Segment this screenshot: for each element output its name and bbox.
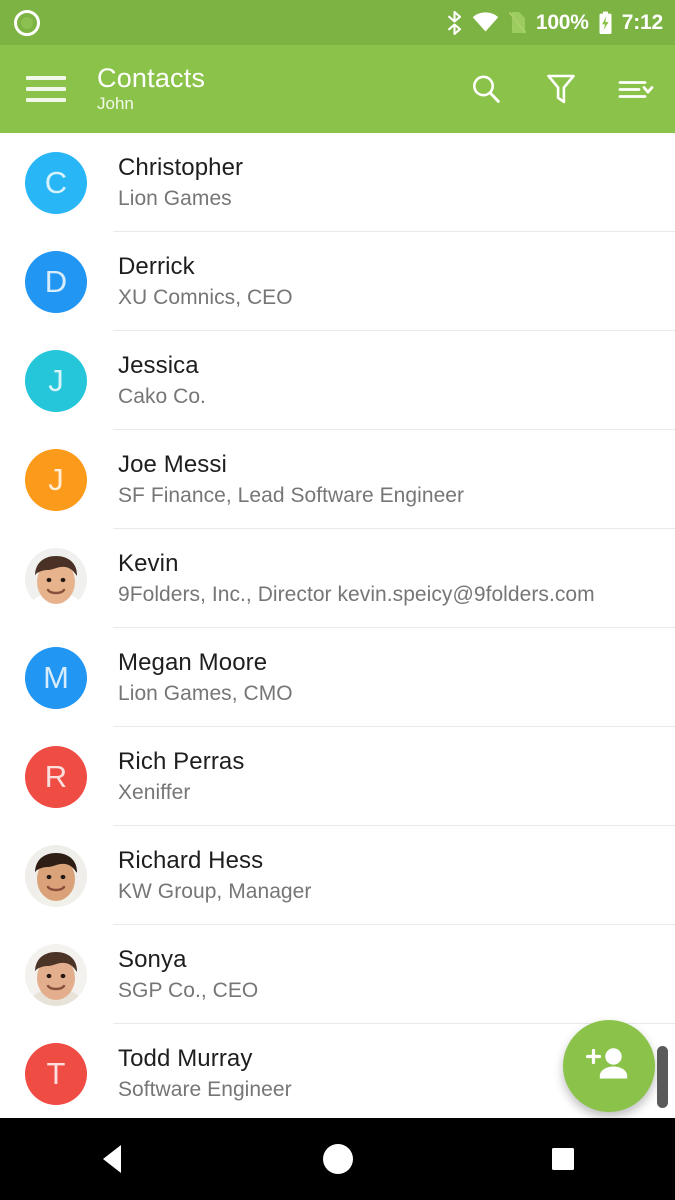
- back-triangle-icon[interactable]: [68, 1129, 158, 1189]
- contact-avatar-letter: R: [44, 758, 68, 794]
- battery-percent-label: 100%: [535, 10, 589, 34]
- page-subtitle: John: [97, 94, 134, 113]
- contact-name: Derrick: [118, 252, 195, 280]
- contact-text-block: Jessica Cako Co.: [118, 351, 206, 411]
- contact-avatar-letter: C: [44, 164, 68, 200]
- status-bar-right: 100% 7:12: [446, 10, 663, 35]
- battery-charging-icon: [598, 11, 613, 35]
- contact-list-item[interactable]: J Joe Messi SF Finance, Lead Software Engi…: [0, 430, 675, 529]
- contact-list-item[interactable]: Sonya SGP Co., CEO: [0, 925, 675, 1024]
- contacts-list[interactable]: C Christopher Lion Games D Derrick XU Comnics…: [0, 133, 675, 1118]
- contact-organization: Lion Games: [118, 186, 232, 210]
- contact-text-block: Kevin 9Folders, Inc., Director kevin.spei…: [118, 549, 595, 609]
- contact-avatar-letter: J: [48, 362, 64, 398]
- contact-name: Richard Hess: [118, 846, 264, 874]
- contact-avatar-initial: J: [25, 448, 87, 511]
- no-sim-icon: [508, 11, 527, 34]
- wifi-icon: [472, 12, 499, 33]
- hamburger-menu-icon[interactable]: [26, 74, 66, 104]
- sort-icon[interactable]: [617, 70, 655, 108]
- contact-text-block: Sonya SGP Co., CEO: [118, 945, 258, 1005]
- app-bar-titles: Contacts John: [97, 63, 205, 115]
- contact-avatar-letter: M: [43, 659, 69, 695]
- contact-organization: SF Finance, Lead Software Engineer: [118, 483, 465, 507]
- contact-avatar-initial: T: [25, 1042, 87, 1105]
- contact-avatar-photo: [25, 943, 87, 1006]
- contact-organization: Lion Games, CMO: [118, 681, 293, 705]
- contact-avatar-initial: M: [25, 646, 87, 709]
- filter-icon[interactable]: [542, 70, 580, 108]
- contact-name: Megan Moore: [118, 648, 268, 676]
- contact-avatar-letter: J: [48, 461, 64, 497]
- contact-text-block: Christopher Lion Games: [118, 153, 243, 213]
- contact-avatar-initial: R: [25, 745, 87, 808]
- contact-text-block: Richard Hess KW Group, Manager: [118, 846, 311, 906]
- contact-list-item[interactable]: D Derrick XU Comnics, CEO: [0, 232, 675, 331]
- contacts-app-screen: 100% 7:12 Contacts John C Christopher Li…: [0, 0, 675, 1200]
- contact-avatar-initial: C: [25, 151, 87, 214]
- contact-avatar-letter: D: [44, 263, 68, 299]
- contact-organization: XU Comnics, CEO: [118, 285, 293, 309]
- contact-list-item[interactable]: M Megan Moore Lion Games, CMO: [0, 628, 675, 727]
- status-bar-left: [14, 9, 40, 36]
- contact-list-item[interactable]: J Jessica Cako Co.: [0, 331, 675, 430]
- bluetooth-icon: [446, 10, 463, 35]
- contact-text-block: Megan Moore Lion Games, CMO: [118, 648, 293, 708]
- contact-name: Todd Murray: [118, 1044, 253, 1072]
- contact-avatar-initial: J: [25, 349, 87, 412]
- circle-notification-icon: [14, 9, 40, 36]
- android-navigation-bar: [0, 1118, 675, 1200]
- contact-avatar-photo: [25, 844, 87, 907]
- contact-organization: 9Folders, Inc., Director kevin.speicy@9f…: [118, 582, 595, 606]
- add-person-icon: [585, 1044, 632, 1089]
- status-bar-clock: 7:12: [621, 10, 663, 34]
- contact-name: Kevin: [118, 549, 179, 577]
- contact-text-block: Rich Perras Xeniffer: [118, 747, 244, 807]
- search-icon[interactable]: [467, 70, 505, 108]
- add-contact-fab[interactable]: [563, 1020, 655, 1112]
- contact-name: Joe Messi: [118, 450, 227, 478]
- contact-organization: Xeniffer: [118, 780, 191, 804]
- contact-text-block: Joe Messi SF Finance, Lead Software Engin…: [118, 450, 464, 510]
- contact-name: Jessica: [118, 351, 199, 379]
- app-bar: Contacts John: [0, 45, 675, 133]
- contact-name: Christopher: [118, 153, 244, 181]
- contact-organization: KW Group, Manager: [118, 879, 312, 903]
- contact-list-item[interactable]: Kevin 9Folders, Inc., Director kevin.spei…: [0, 529, 675, 628]
- contact-list-item[interactable]: R Rich Perras Xeniffer: [0, 727, 675, 826]
- app-bar-actions: [467, 70, 655, 108]
- contact-avatar-photo: [25, 547, 87, 610]
- contact-organization: Cako Co.: [118, 384, 206, 408]
- contact-organization: SGP Co., CEO: [118, 978, 259, 1002]
- contact-list-item[interactable]: C Christopher Lion Games: [0, 133, 675, 232]
- contact-avatar-letter: T: [46, 1055, 66, 1091]
- contact-avatar-initial: D: [25, 250, 87, 313]
- status-bar: 100% 7:12: [0, 0, 675, 45]
- contact-organization: Software Engineer: [118, 1077, 292, 1101]
- page-title: Contacts: [97, 63, 206, 93]
- contact-list-item[interactable]: Richard Hess KW Group, Manager: [0, 826, 675, 925]
- home-circle-icon[interactable]: [293, 1129, 383, 1189]
- contact-name: Sonya: [118, 945, 187, 973]
- recents-square-icon[interactable]: [518, 1129, 608, 1189]
- contact-text-block: Todd Murray Software Engineer: [118, 1044, 292, 1104]
- list-scrollbar-thumb[interactable]: [657, 1046, 668, 1108]
- contact-name: Rich Perras: [118, 747, 245, 775]
- contact-text-block: Derrick XU Comnics, CEO: [118, 252, 293, 312]
